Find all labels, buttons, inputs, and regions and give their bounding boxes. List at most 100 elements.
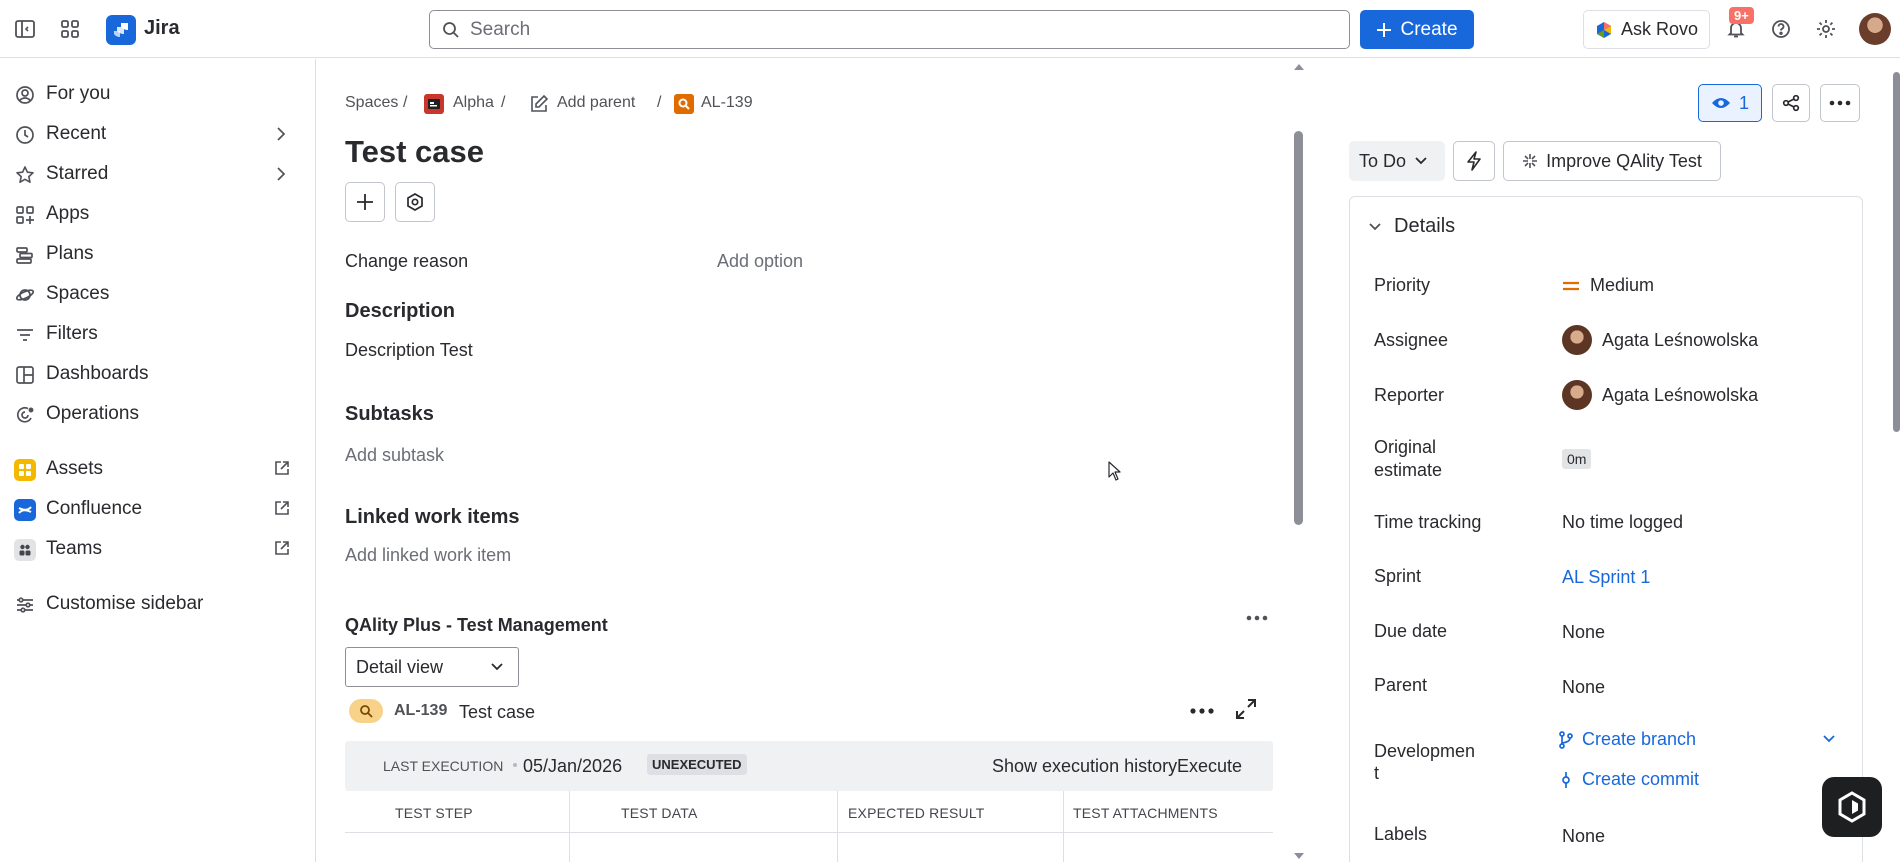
add-subtask-link[interactable]: Add subtask	[345, 445, 444, 466]
search-field[interactable]	[429, 10, 1350, 49]
show-history-button[interactable]: Show execution history	[992, 756, 1177, 777]
ask-rovo-button[interactable]: Ask Rovo	[1583, 10, 1710, 49]
hexagon-logo-icon	[1838, 791, 1866, 823]
customise-sidebar-button[interactable]: Customise sidebar	[0, 584, 316, 624]
breadcrumb-issue-key[interactable]: AL-139	[701, 94, 753, 112]
chevron-down-icon[interactable]	[1822, 734, 1836, 744]
assignee-value: Agata Leśnowolska	[1602, 329, 1759, 350]
labels-value[interactable]: None	[1562, 826, 1605, 847]
sidebar-item-assets[interactable]: Assets	[0, 449, 316, 489]
test-steps-table-header: TEST STEP TEST DATA EXPECTED RESULT TEST…	[345, 791, 1273, 862]
edit-pencil-icon	[529, 94, 549, 114]
breadcrumb-project[interactable]: Alpha	[453, 94, 494, 112]
issue-title[interactable]: Test case	[345, 134, 484, 170]
product-name[interactable]: Jira	[144, 17, 180, 40]
assignee-field[interactable]: Agata Leśnowolska	[1562, 325, 1758, 355]
sidebar-item-label: For you	[46, 83, 111, 104]
add-linked-item-link[interactable]: Add linked work item	[345, 545, 511, 566]
user-avatar[interactable]	[1859, 13, 1891, 45]
breadcrumb-spaces[interactable]: Spaces	[345, 94, 398, 112]
sidebar-item-apps[interactable]: Apps	[0, 194, 316, 234]
sidebar-item-label: Operations	[46, 403, 139, 424]
test-case-type-icon	[349, 699, 383, 723]
sidebar-item-operations[interactable]: Operations	[0, 394, 316, 434]
teams-app-icon	[14, 539, 36, 561]
create-branch-link[interactable]: Create branch	[1558, 729, 1696, 750]
issue-main-content: Spaces / Alpha / Add parent / AL-139 Tes…	[317, 59, 1304, 862]
sidebar-item-label: Recent	[46, 123, 107, 144]
qality-assistant-button[interactable]	[1822, 777, 1882, 837]
subtasks-heading: Subtasks	[345, 403, 434, 425]
details-scrollbar[interactable]	[1893, 72, 1900, 432]
sidebar: For you Recent Starred Apps Plans Spaces…	[0, 59, 316, 862]
sidebar-item-recent[interactable]: Recent	[0, 114, 316, 154]
jira-logo-icon[interactable]	[106, 15, 136, 45]
customise-sidebar-label: Customise sidebar	[46, 593, 204, 614]
more-actions-button[interactable]	[1820, 84, 1860, 122]
improve-qality-test-button[interactable]: Improve QAlity Test	[1503, 141, 1721, 181]
create-button-label: Create	[1400, 18, 1458, 40]
sidebar-item-dashboards[interactable]: Dashboards	[0, 354, 316, 394]
sidebar-item-label: Confluence	[46, 498, 143, 519]
sprint-link[interactable]: AL Sprint 1	[1562, 567, 1650, 588]
time-tracking-label: Time tracking	[1374, 512, 1482, 532]
assignee-label: Assignee	[1374, 330, 1449, 350]
priority-field[interactable]: Medium	[1562, 275, 1654, 296]
test-case-key[interactable]: AL-139	[394, 702, 447, 720]
plus-icon	[357, 194, 373, 210]
view-mode-select[interactable]: Detail view	[345, 647, 519, 687]
status-dropdown[interactable]: To Do	[1349, 141, 1445, 181]
separator-dot	[513, 763, 517, 767]
settings-gear-icon[interactable]	[1809, 12, 1843, 46]
parent-value[interactable]: None	[1562, 677, 1605, 698]
operations-icon	[14, 404, 36, 426]
ask-rovo-label: Ask Rovo	[1620, 19, 1699, 39]
expand-icon[interactable]	[1234, 697, 1258, 721]
breadcrumb-add-parent[interactable]: Add parent	[557, 94, 635, 112]
more-options-icon[interactable]	[1245, 614, 1269, 622]
hexagon-icon	[407, 193, 423, 211]
sidebar-toggle-icon[interactable]	[8, 12, 42, 46]
column-header: TEST ATTACHMENTS	[1073, 805, 1218, 821]
sidebar-item-teams[interactable]: Teams	[0, 529, 316, 569]
breadcrumb-separator: /	[657, 94, 662, 111]
create-commit-link[interactable]: Create commit	[1558, 769, 1699, 790]
priority-value: Medium	[1590, 275, 1655, 295]
sprint-label: Sprint	[1374, 566, 1422, 586]
share-button[interactable]	[1772, 84, 1810, 122]
create-button[interactable]: Create	[1360, 10, 1474, 49]
sparkle-icon	[1523, 154, 1538, 168]
chevron-right-icon[interactable]	[274, 165, 288, 183]
details-toggle[interactable]: Details	[1368, 215, 1455, 238]
status-value: To Do	[1359, 150, 1407, 171]
description-text[interactable]: Description Test	[345, 340, 473, 361]
sidebar-item-spaces[interactable]: Spaces	[0, 274, 316, 314]
sidebar-item-confluence[interactable]: Confluence	[0, 489, 316, 529]
search-input[interactable]	[470, 11, 1330, 48]
sidebar-item-for-you[interactable]: For you	[0, 74, 316, 114]
sidebar-item-plans[interactable]: Plans	[0, 234, 316, 274]
parent-label: Parent	[1374, 675, 1428, 695]
due-date-value[interactable]: None	[1562, 622, 1605, 643]
watch-button[interactable]: 1	[1698, 84, 1762, 122]
add-button[interactable]	[345, 182, 385, 222]
filter-icon	[14, 324, 36, 346]
original-estimate-value[interactable]: 0m	[1562, 449, 1592, 469]
automation-button[interactable]	[1453, 141, 1495, 181]
breadcrumb-separator: /	[403, 94, 408, 111]
apps-hexagon-button[interactable]	[395, 182, 435, 222]
chevron-right-icon[interactable]	[274, 125, 288, 143]
sidebar-item-label: Assets	[46, 458, 104, 479]
test-case-more-icon[interactable]	[1189, 707, 1215, 715]
help-icon[interactable]	[1764, 12, 1798, 46]
column-divider	[1063, 791, 1064, 862]
user-circle-icon	[14, 84, 36, 106]
app-switcher-icon[interactable]	[53, 12, 87, 46]
sidebar-item-starred[interactable]: Starred	[0, 154, 316, 194]
add-option-field[interactable]: Add option	[717, 251, 803, 272]
execute-button[interactable]: Execute	[1177, 756, 1242, 777]
description-heading: Description	[345, 300, 456, 322]
sidebar-item-filters[interactable]: Filters	[0, 314, 316, 354]
time-tracking-value[interactable]: No time logged	[1562, 512, 1683, 533]
reporter-field[interactable]: Agata Leśnowolska	[1562, 380, 1758, 410]
